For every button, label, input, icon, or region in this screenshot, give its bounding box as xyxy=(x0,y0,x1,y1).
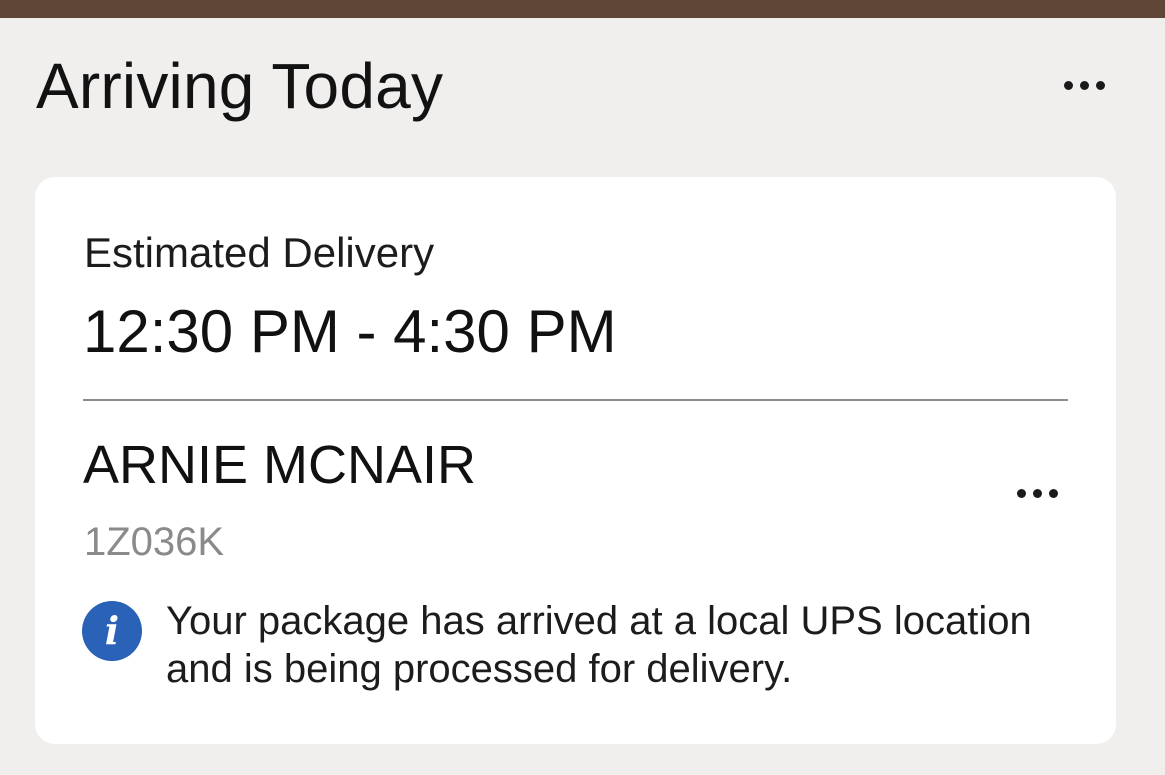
divider xyxy=(83,399,1068,401)
more-dot xyxy=(1049,489,1058,498)
page-title: Arriving Today xyxy=(36,50,444,122)
header-more-button[interactable] xyxy=(1064,81,1105,90)
tracking-number: 1Z036K xyxy=(84,520,225,564)
more-dot xyxy=(1033,489,1042,498)
more-dot xyxy=(1096,81,1105,90)
more-horizontal-icon xyxy=(1017,489,1026,498)
delivery-card[interactable]: Estimated Delivery 12:30 PM - 4:30 PM AR… xyxy=(35,177,1116,744)
recipient-name: ARNIE MCNAIR xyxy=(83,435,477,495)
more-dot xyxy=(1080,81,1089,90)
estimated-delivery-label: Estimated Delivery xyxy=(84,229,435,276)
info-icon: i xyxy=(82,601,142,661)
more-horizontal-icon xyxy=(1064,81,1073,90)
package-more-button[interactable] xyxy=(1017,489,1058,498)
top-status-bar xyxy=(0,0,1165,18)
estimated-delivery-window: 12:30 PM - 4:30 PM xyxy=(83,298,617,365)
status-message: Your package has arrived at a local UPS … xyxy=(166,599,1032,691)
